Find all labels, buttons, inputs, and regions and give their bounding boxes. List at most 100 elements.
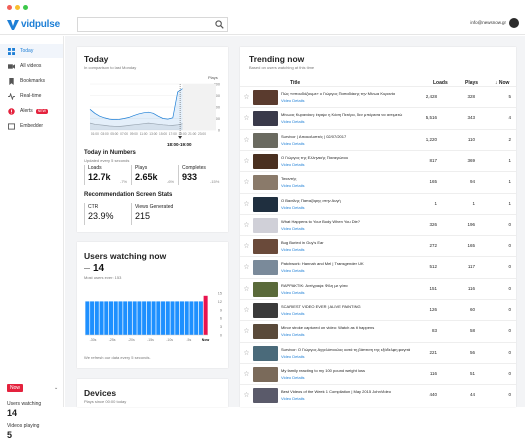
video-thumbnail[interactable] [253,303,278,318]
video-title[interactable]: Τσιαντής [281,176,423,181]
video-details-link[interactable]: Video Details [281,247,305,252]
table-row[interactable]: Ο Γιώργος της Ελληνικής Παναγιώτου Video … [240,149,516,171]
sidebar-item-alerts[interactable]: Alerts NEW [0,104,63,118]
video-details-link[interactable]: Video Details [281,396,305,401]
bookmark-star-icon[interactable] [244,157,249,163]
bookmark-star-icon[interactable] [244,285,249,291]
bar-now[interactable] [203,295,208,335]
table-row[interactable]: Μίνωας Κυρανάκη: έτριψε η Κόση Πετέρο, δ… [240,107,516,128]
bar[interactable] [127,301,132,335]
chevron-down-icon[interactable]: ⌄ [54,385,58,391]
logo[interactable]: vidpulse [7,18,60,31]
video-details-link[interactable]: Video Details [281,119,305,124]
video-details-link[interactable]: Video Details [281,354,305,359]
bar[interactable] [85,301,90,335]
video-title[interactable]: SCARIEST VIDEO EVER | ALIVE PAINTING [281,304,423,309]
bookmark-star-icon[interactable] [244,115,249,121]
sidebar-item-real-time[interactable]: Real-time [0,89,63,103]
bar[interactable] [189,301,194,335]
video-details-link[interactable]: Video Details [281,183,305,188]
table-row[interactable]: What Happens to Your Body When You Die? V… [240,213,516,235]
table-row[interactable]: RAPPAKTIK: Αντίγραψε Φίλη με γάτα Video D… [240,277,516,299]
bar[interactable] [156,301,161,335]
video-thumbnail[interactable] [253,324,278,340]
video-thumbnail[interactable] [253,345,278,361]
table-row[interactable]: Survivor | Αποκαλυπτές | 02/07/2017 Video… [240,128,516,150]
maximize-window-button[interactable] [23,5,28,10]
video-thumbnail[interactable] [253,366,278,382]
video-thumbnail[interactable] [253,281,278,297]
bookmark-star-icon[interactable] [244,349,249,355]
bookmark-star-icon[interactable] [244,307,249,312]
bookmark-star-icon[interactable] [244,328,249,334]
video-title[interactable]: Survivor: Ο Γιώργος Αγγελόπουλος κατά τη… [281,347,423,352]
bar[interactable] [175,301,180,335]
minimize-window-button[interactable] [15,5,20,10]
video-title[interactable]: RAPPAKTIK: Αντίγραψε Φίλη με γάτα [281,283,423,288]
table-row[interactable]: Bug Buried in Guy's Ear Video Details 272 1… [240,235,516,256]
sidebar-item-today[interactable]: Today [0,44,63,58]
video-title[interactable]: Bug Buried in Guy's Ear [281,240,423,245]
video-details-link[interactable]: Video Details [281,141,305,146]
bar[interactable] [113,301,118,335]
video-title[interactable]: Μίνωας Κυρανάκη: έτριψε η Κόση Πετέρο, δ… [281,112,423,117]
video-title[interactable]: Patchwork: Hannah and Mel | Transgender … [281,261,423,266]
bookmark-star-icon[interactable] [244,221,249,227]
sidebar-item-all-videos[interactable]: All videos [0,59,63,73]
video-title[interactable]: Minor stroke captured on video: Watch as… [281,325,423,330]
video-details-link[interactable]: Video Details [281,226,305,231]
bookmark-star-icon[interactable] [244,136,249,142]
video-title[interactable]: Ο Βασίλης Παπαζάρης στην Αυγή [281,198,423,203]
video-title[interactable]: My family reacting to my 100 pound weigh… [281,368,423,373]
user-email[interactable]: info@newsnow.gr [470,20,506,25]
bookmark-star-icon[interactable] [244,392,249,398]
table-row[interactable]: Best Videos of the Week 1 Compilation | … [240,384,516,405]
video-details-link[interactable]: Video Details [281,162,305,167]
bar[interactable] [198,301,203,335]
bookmark-star-icon[interactable] [244,264,249,270]
video-thumbnail[interactable] [253,175,278,191]
bar[interactable] [161,301,166,335]
table-row[interactable]: Patchwork: Hannah and Mel | Transgender … [240,256,516,277]
video-details-link[interactable]: Video Details [281,311,305,316]
bookmark-star-icon[interactable] [244,243,249,249]
bar[interactable] [90,301,95,335]
video-thumbnail[interactable] [253,196,278,212]
video-title[interactable]: What Happens to Your Body When You Die? [281,219,423,224]
bar[interactable] [165,301,170,335]
avatar[interactable] [509,18,519,28]
bookmark-star-icon[interactable] [244,94,249,99]
video-details-link[interactable]: Video Details [281,332,305,337]
bookmark-star-icon[interactable] [244,179,249,185]
video-thumbnail[interactable] [253,111,278,127]
table-row[interactable]: My family reacting to my 100 pound weigh… [240,362,516,384]
bookmark-star-icon[interactable] [244,200,249,206]
sidebar-item-embedder[interactable]: Embedder [0,119,63,133]
bar[interactable] [123,301,128,335]
video-title[interactable]: Πώς «σπουδάζουμε» ο Γιώργος Παπαδάκης τη… [281,91,423,96]
video-details-link[interactable]: Video Details [281,98,305,103]
video-details-link[interactable]: Video Details [281,268,305,273]
users-watching-chart[interactable]: 15 12 9 6 3 0 -30s -25s -20s -15s -10s -5s Now [82,287,224,349]
today-chart[interactable]: 400300200100001:00 03:00 05:00 07:00 09:00 11… [82,80,224,142]
close-window-button[interactable] [7,5,12,10]
video-thumbnail[interactable] [253,132,278,148]
search-icon[interactable] [215,20,224,29]
video-details-link[interactable]: Video Details [281,290,305,295]
sidebar-item-bookmarks[interactable]: Bookmarks [0,74,63,88]
bar[interactable] [194,301,199,335]
video-title[interactable]: Best Videos of the Week 1 Compilation | … [281,389,423,394]
bar[interactable] [104,301,109,335]
video-thumbnail[interactable] [253,90,278,105]
video-details-link[interactable]: Video Details [281,375,305,380]
table-row[interactable]: Τσιαντής Video Details 165 94 1 [240,171,516,192]
bar[interactable] [170,301,175,335]
table-row[interactable]: Survivor: Ο Γιώργος Αγγελόπουλος κατά τη… [240,341,516,363]
bookmark-star-icon[interactable] [244,370,249,376]
table-row[interactable]: SCARIEST VIDEO EVER | ALIVE PAINTING Vide… [240,299,516,320]
bar[interactable] [179,301,184,335]
video-thumbnail[interactable] [253,153,278,169]
table-row[interactable]: Πώς «σπουδάζουμε» ο Γιώργος Παπαδάκης τη… [240,86,516,107]
video-details-link[interactable]: Video Details [281,205,305,210]
video-thumbnail[interactable] [253,239,278,255]
